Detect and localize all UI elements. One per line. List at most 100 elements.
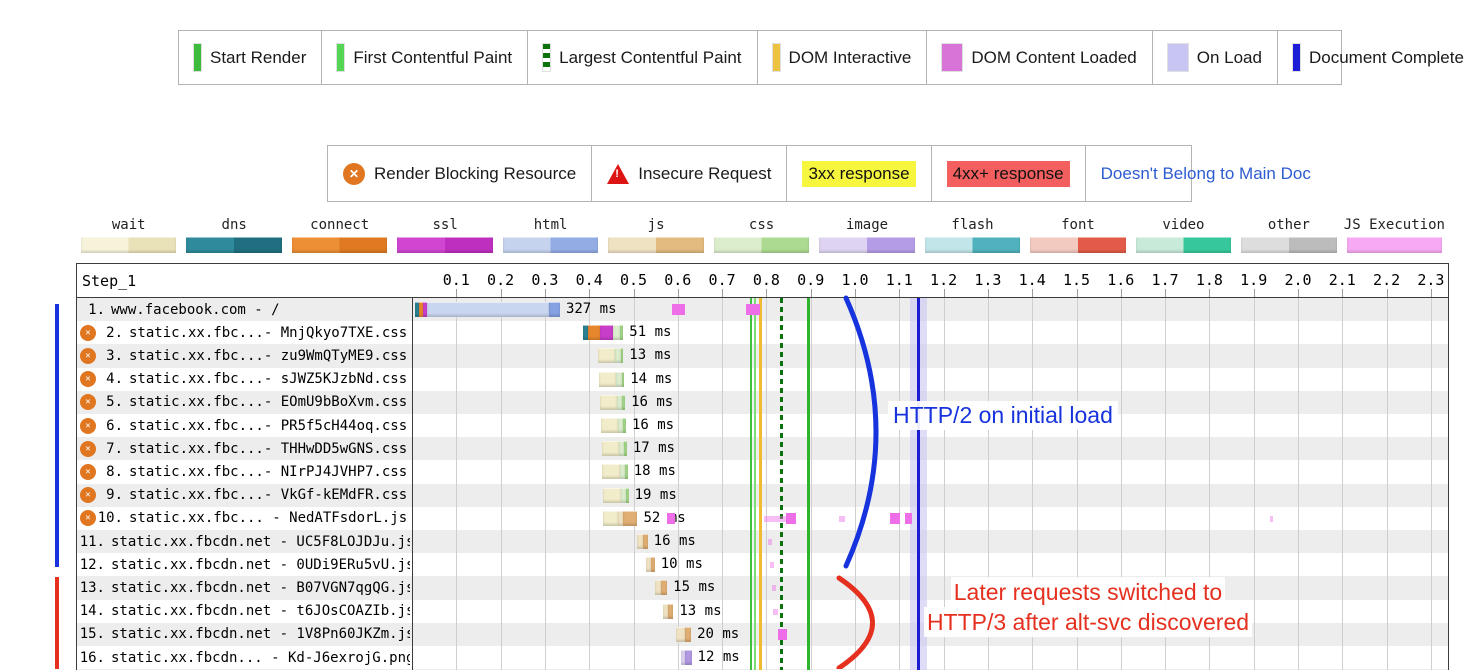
request-bar-segment-wait[interactable] bbox=[602, 441, 619, 456]
request-bar-segment-image_dark[interactable] bbox=[685, 650, 691, 665]
gridline bbox=[501, 298, 502, 670]
js-execution-mark bbox=[1270, 516, 1273, 522]
axis-tick bbox=[811, 289, 812, 297]
request-bar-segment-wait[interactable] bbox=[603, 511, 618, 526]
request-bar-segment-connect[interactable] bbox=[588, 325, 600, 340]
request-row-label[interactable]: ✕10.static.xx.fbc... - NedATFsdorL.js bbox=[78, 507, 410, 530]
request-row-label[interactable]: 1.www.facebook.com - / bbox=[78, 298, 410, 321]
request-url: static.xx.fbc...- EOmU9bBoXvm.css bbox=[129, 394, 407, 410]
request-duration-label: 19 ms bbox=[635, 487, 677, 503]
request-row-label[interactable]: 15.static.xx.fbcdn.net - 1V8Pn60JKZm.js bbox=[78, 623, 410, 646]
request-bar-segment-js_light[interactable] bbox=[676, 627, 685, 642]
request-row-label[interactable]: 11.static.xx.fbcdn.net - UC5F8LOJDJu.js bbox=[78, 530, 410, 553]
phase-legend-label: Start Render bbox=[210, 48, 306, 68]
request-bar-segment-css_dark[interactable] bbox=[622, 395, 625, 410]
request-bar-segment-html_light[interactable] bbox=[427, 302, 549, 317]
request-duration-label: 18 ms bbox=[634, 463, 676, 479]
gridline bbox=[545, 298, 546, 670]
request-row-label[interactable]: ✕5.static.xx.fbc...- EOmU9bBoXvm.css bbox=[78, 391, 410, 414]
http3-range-line bbox=[55, 577, 59, 669]
phase-legend-item: Largest Contentful Paint bbox=[527, 31, 756, 84]
request-row-label[interactable]: 16.static.xx.fbcdn... - Kd-J6exrojG.png bbox=[78, 646, 410, 669]
request-bar-segment-css_dark[interactable] bbox=[623, 418, 626, 433]
phase-legend-item: Document Complete bbox=[1277, 31, 1479, 84]
js-execution-mark bbox=[890, 513, 900, 524]
resource-chip-icon bbox=[1030, 237, 1125, 253]
request-bar-segment-js_dark[interactable] bbox=[661, 580, 667, 595]
request-bar-segment-css_light[interactable] bbox=[613, 325, 620, 340]
request-bar-segment-wait[interactable] bbox=[603, 488, 620, 503]
request-bar-segment-css_dark[interactable] bbox=[622, 372, 625, 387]
axis-tick-label: 0.9 bbox=[789, 271, 833, 289]
axis-tick bbox=[899, 289, 900, 297]
request-row-label[interactable]: ✕7.static.xx.fbc...- THHwDD5wGNS.css bbox=[78, 437, 410, 460]
axis-tick-label: 0.8 bbox=[744, 271, 788, 289]
gridline bbox=[1342, 298, 1343, 670]
phase-chip-icon bbox=[337, 44, 344, 71]
request-bar-segment-ssl[interactable] bbox=[600, 325, 613, 340]
phase-legend: Start Render First Contentful Paint Larges… bbox=[178, 30, 1342, 85]
phase-legend-label: Largest Contentful Paint bbox=[559, 48, 741, 68]
annotation-http3-line2: HTTP/3 after alt-svc discovered bbox=[924, 607, 1252, 637]
resource-chip-icon bbox=[819, 237, 914, 253]
request-bar-segment-wait[interactable] bbox=[598, 348, 615, 363]
axis-tick-label: 0.6 bbox=[656, 271, 700, 289]
phase-chip-icon bbox=[1168, 44, 1188, 71]
request-url: static.xx.fbcdn.net - B07VGN7qgQG.js bbox=[111, 580, 410, 596]
request-bar-segment-css_dark[interactable] bbox=[620, 325, 624, 340]
warning-exclamation: ! bbox=[615, 169, 619, 180]
request-row-label[interactable]: ✕6.static.xx.fbc...- PR5f5cH44oq.css bbox=[78, 414, 410, 437]
request-bar-segment-wait[interactable] bbox=[602, 464, 619, 479]
flag-legend: ✕Render Blocking Resource!Insecure Reque… bbox=[327, 145, 1192, 202]
request-row-label[interactable]: ✕8.static.xx.fbc...- NIrPJ4JVHP7.css bbox=[78, 460, 410, 483]
request-url: static.xx.fbc...- zu9WmQTyME9.css bbox=[129, 348, 407, 364]
request-row-label[interactable]: ✕3.static.xx.fbc...- zu9WmQTyME9.css bbox=[78, 344, 410, 367]
request-row-label[interactable]: 14.static.xx.fbcdn.net - t6JOsCOAZIb.js bbox=[78, 600, 410, 623]
request-bar-segment-wait[interactable] bbox=[599, 372, 616, 387]
phase-legend-item: Start Render bbox=[179, 31, 321, 84]
flag-legend-item: ✕Render Blocking Resource bbox=[328, 146, 591, 201]
request-number: 12. bbox=[78, 557, 105, 573]
axis-tick bbox=[1121, 289, 1122, 297]
request-bar-segment-wait[interactable] bbox=[601, 418, 618, 433]
request-row-label[interactable]: ✕4.static.xx.fbc...- sJWZ5KJzbNd.css bbox=[78, 368, 410, 391]
request-bar-segment-css_dark[interactable] bbox=[625, 464, 628, 479]
request-bar-segment-wait[interactable] bbox=[600, 395, 617, 410]
request-bar-segment-css_dark[interactable] bbox=[621, 348, 624, 363]
request-duration-label: 13 ms bbox=[629, 347, 671, 363]
request-row-label[interactable]: ✕9.static.xx.fbc...- VkGf-kEMdFR.css bbox=[78, 484, 410, 507]
request-number: 4. bbox=[96, 371, 123, 387]
request-row-label[interactable]: 12.static.xx.fbcdn.net - 0UDi9ERu5vU.js bbox=[78, 553, 410, 576]
request-bar-segment-js_dark[interactable] bbox=[623, 511, 638, 526]
request-url: static.xx.fbcdn.net - 1V8Pn60JKZm.js bbox=[111, 626, 410, 642]
resource-chip-icon bbox=[1241, 237, 1336, 253]
resource-chip-icon bbox=[81, 237, 176, 253]
request-row-label[interactable]: ✕2.static.xx.fbc...- MnjQkyo7TXE.css bbox=[78, 321, 410, 344]
js-execution-mark bbox=[768, 539, 772, 545]
request-duration-label: 14 ms bbox=[630, 371, 672, 387]
request-number: 7. bbox=[96, 441, 123, 457]
request-bar-segment-css_dark[interactable] bbox=[626, 488, 629, 503]
request-number: 1. bbox=[78, 302, 105, 318]
resource-legend-labels: waitdnsconnectsslhtmljscssimageflashfont… bbox=[76, 217, 1447, 233]
request-url: static.xx.fbc...- MnjQkyo7TXE.css bbox=[129, 325, 407, 341]
request-bar-segment-js_dark[interactable] bbox=[651, 557, 655, 572]
flag-legend-item: 3xx response bbox=[786, 146, 930, 201]
phase-legend-item: First Contentful Paint bbox=[321, 31, 527, 84]
request-bar-segment-js_dark[interactable] bbox=[668, 604, 673, 619]
js-execution-mark bbox=[772, 585, 776, 591]
resource-legend-chip-slot bbox=[498, 233, 603, 253]
request-bar-segment-js_dark[interactable] bbox=[643, 534, 648, 549]
request-bar-segment-html_dark[interactable] bbox=[549, 302, 560, 317]
flag-legend-item[interactable]: Doesn't Belong to Main Doc bbox=[1085, 146, 1326, 201]
render-blocking-icon: ✕ bbox=[80, 325, 96, 341]
request-row-label[interactable]: 13.static.xx.fbcdn.net - B07VGN7qgQG.js bbox=[78, 576, 410, 599]
phase-legend-label: First Contentful Paint bbox=[353, 48, 512, 68]
render-blocking-icon: ✕ bbox=[80, 348, 96, 364]
request-bar-segment-css_dark[interactable] bbox=[624, 441, 627, 456]
request-bar-segment-js_dark[interactable] bbox=[685, 627, 691, 642]
gridline bbox=[1431, 298, 1432, 670]
first-contentful-paint-marker bbox=[807, 298, 810, 670]
axis-tick-label: 0.2 bbox=[479, 271, 523, 289]
resource-type-legend: waitdnsconnectsslhtmljscssimageflashfont… bbox=[76, 217, 1447, 253]
